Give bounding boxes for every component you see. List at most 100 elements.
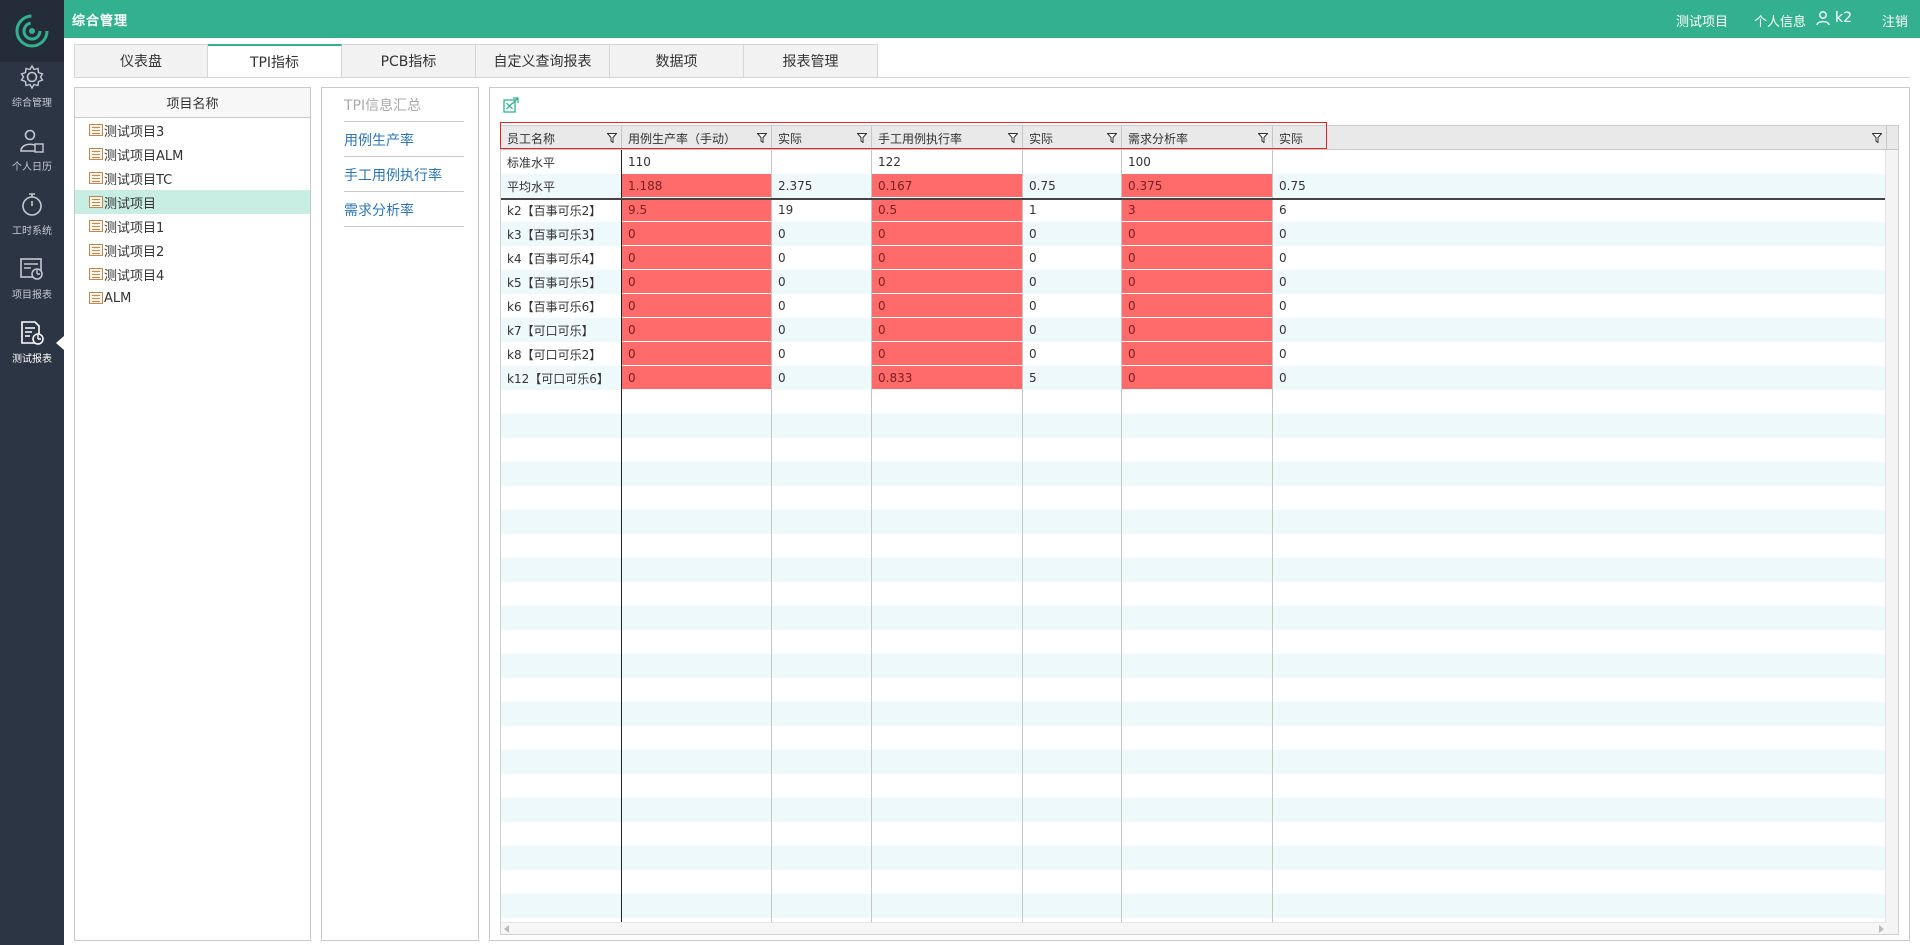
grid-cell[interactable]: 0 <box>1023 270 1122 294</box>
grid-cell[interactable] <box>772 150 872 174</box>
grid-cell[interactable]: 6 <box>1273 198 1473 222</box>
tab-dashboard[interactable]: 仪表盘 <box>74 44 208 78</box>
grid-cell[interactable]: 0 <box>1122 294 1273 318</box>
sidebar-item-timesheet-system[interactable]: 工时系统 <box>0 183 64 245</box>
grid-cell[interactable]: 0.75 <box>1023 174 1122 198</box>
grid-cell[interactable]: 0.5 <box>872 198 1023 222</box>
column-filter-icon[interactable] <box>757 133 767 143</box>
column-header-requirement-analysis-rate[interactable]: 需求分析率 <box>1122 126 1273 150</box>
project-list-item[interactable]: 测试项目3 <box>75 118 310 142</box>
grid-cell[interactable]: 0 <box>1122 318 1273 342</box>
horizontal-scrollbar[interactable] <box>501 922 1887 934</box>
grid-cell[interactable]: 3 <box>1122 198 1273 222</box>
grid-cell[interactable]: 0 <box>1273 270 1473 294</box>
grid-cell[interactable] <box>1023 150 1122 174</box>
grid-cell[interactable]: 0 <box>1122 366 1273 390</box>
column-header-requirement-analysis-actual[interactable]: 实际 <box>1273 126 1887 150</box>
project-list-item[interactable]: ALM <box>75 286 310 310</box>
tab-tpi-metrics[interactable]: TPI指标 <box>208 44 342 78</box>
grid-cell[interactable]: k6【百事可乐6】 <box>501 294 622 318</box>
grid-cell[interactable]: 0.75 <box>1273 174 1473 198</box>
project-list-item[interactable]: 测试项目ALM <box>75 142 310 166</box>
grid-cell[interactable]: 0 <box>1273 342 1473 366</box>
sidebar-item-personal-calendar[interactable]: 个人日历 <box>0 119 64 181</box>
sidebar-item-test-report[interactable]: 测试报表 <box>0 311 64 373</box>
grid-cell[interactable]: 0 <box>622 246 772 270</box>
column-header-employee-name[interactable]: 员工名称 <box>501 126 622 150</box>
grid-cell[interactable]: 0.833 <box>872 366 1023 390</box>
column-filter-icon[interactable] <box>857 133 867 143</box>
grid-cell[interactable]: 1.188 <box>622 174 772 198</box>
grid-cell[interactable]: 9.5 <box>622 198 772 222</box>
grid-cell[interactable]: 0 <box>1273 318 1473 342</box>
grid-cell[interactable]: 0 <box>772 294 872 318</box>
grid-cell[interactable]: 0.375 <box>1122 174 1273 198</box>
grid-cell[interactable]: 标准水平 <box>501 150 622 174</box>
username-link[interactable]: k2 <box>1835 10 1852 26</box>
current-project-link[interactable]: 测试项目 <box>1676 11 1728 30</box>
grid-cell[interactable]: 0 <box>1122 270 1273 294</box>
column-header-manual-case-execution-rate[interactable]: 手工用例执行率 <box>872 126 1023 150</box>
column-filter-icon[interactable] <box>1258 133 1268 143</box>
grid-cell[interactable]: 0 <box>622 318 772 342</box>
tab-data-items[interactable]: 数据项 <box>610 44 744 78</box>
grid-cell[interactable]: 0 <box>1023 342 1122 366</box>
grid-cell[interactable]: k5【百事可乐5】 <box>501 270 622 294</box>
grid-cell[interactable]: 0 <box>772 246 872 270</box>
column-filter-icon[interactable] <box>1008 133 1018 143</box>
grid-cell[interactable]: 19 <box>772 198 872 222</box>
grid-cell[interactable]: 0 <box>772 366 872 390</box>
tpi-menu-requirement-analysis-rate[interactable]: 需求分析率 <box>344 193 464 227</box>
grid-cell[interactable]: 0 <box>622 342 772 366</box>
logout-link[interactable]: 注销 <box>1882 11 1908 30</box>
grid-cell[interactable]: 0 <box>1273 366 1473 390</box>
grid-cell[interactable]: 0 <box>1023 294 1122 318</box>
column-filter-icon[interactable] <box>1107 133 1117 143</box>
grid-cell[interactable]: 0 <box>772 270 872 294</box>
tpi-menu-case-production-rate[interactable]: 用例生产率 <box>344 123 464 157</box>
personal-info-link[interactable]: 个人信息 <box>1754 11 1806 30</box>
app-logo[interactable] <box>0 0 64 62</box>
grid-cell[interactable] <box>1273 150 1473 174</box>
vertical-scrollbar[interactable] <box>1885 150 1898 934</box>
grid-cell[interactable]: 0 <box>872 294 1023 318</box>
export-excel-icon[interactable] <box>502 96 520 114</box>
grid-cell[interactable]: 0 <box>1023 318 1122 342</box>
grid-cell[interactable]: 0 <box>772 318 872 342</box>
column-header-case-production-rate-manual[interactable]: 用例生产率（手动） <box>622 126 772 150</box>
column-header-manual-execution-actual[interactable]: 实际 <box>1023 126 1122 150</box>
grid-cell[interactable]: k8【可口可乐2】 <box>501 342 622 366</box>
grid-cell[interactable]: 0 <box>1122 246 1273 270</box>
grid-cell[interactable]: k7【可口可乐】 <box>501 318 622 342</box>
grid-cell[interactable]: k2【百事可乐2】 <box>501 198 622 222</box>
grid-cell[interactable]: 122 <box>872 150 1023 174</box>
grid-cell[interactable]: 0 <box>1023 246 1122 270</box>
grid-cell[interactable]: k4【百事可乐4】 <box>501 246 622 270</box>
grid-cell[interactable]: 0 <box>872 246 1023 270</box>
grid-cell[interactable]: 0 <box>772 222 872 246</box>
scroll-right-arrow-icon[interactable] <box>1879 925 1884 933</box>
grid-cell[interactable]: 0 <box>1122 342 1273 366</box>
grid-cell[interactable]: 0 <box>872 342 1023 366</box>
grid-cell[interactable]: 0 <box>622 222 772 246</box>
project-list-item[interactable]: 测试项目1 <box>75 214 310 238</box>
grid-cell[interactable]: 0 <box>1273 246 1473 270</box>
column-filter-icon[interactable] <box>1872 133 1882 143</box>
grid-cell[interactable]: 0 <box>622 294 772 318</box>
scroll-left-arrow-icon[interactable] <box>504 925 509 933</box>
project-list-item[interactable]: 测试项目2 <box>75 238 310 262</box>
grid-cell[interactable]: 0 <box>1273 294 1473 318</box>
project-list-item[interactable]: 测试项目4 <box>75 262 310 286</box>
grid-cell[interactable]: 0.167 <box>872 174 1023 198</box>
grid-cell[interactable]: 100 <box>1122 150 1273 174</box>
tab-custom-query-report[interactable]: 自定义查询报表 <box>476 44 610 78</box>
sidebar-item-general-management[interactable]: 综合管理 <box>0 55 64 117</box>
grid-cell[interactable]: 0 <box>872 270 1023 294</box>
grid-cell[interactable]: k3【百事可乐3】 <box>501 222 622 246</box>
grid-cell[interactable]: k12【可口可乐6】 <box>501 366 622 390</box>
grid-cell[interactable]: 0 <box>1023 222 1122 246</box>
grid-cell[interactable]: 0 <box>872 222 1023 246</box>
grid-cell[interactable]: 0 <box>872 318 1023 342</box>
tpi-menu-manual-case-execution-rate[interactable]: 手工用例执行率 <box>344 158 464 192</box>
tab-report-management[interactable]: 报表管理 <box>744 44 878 78</box>
